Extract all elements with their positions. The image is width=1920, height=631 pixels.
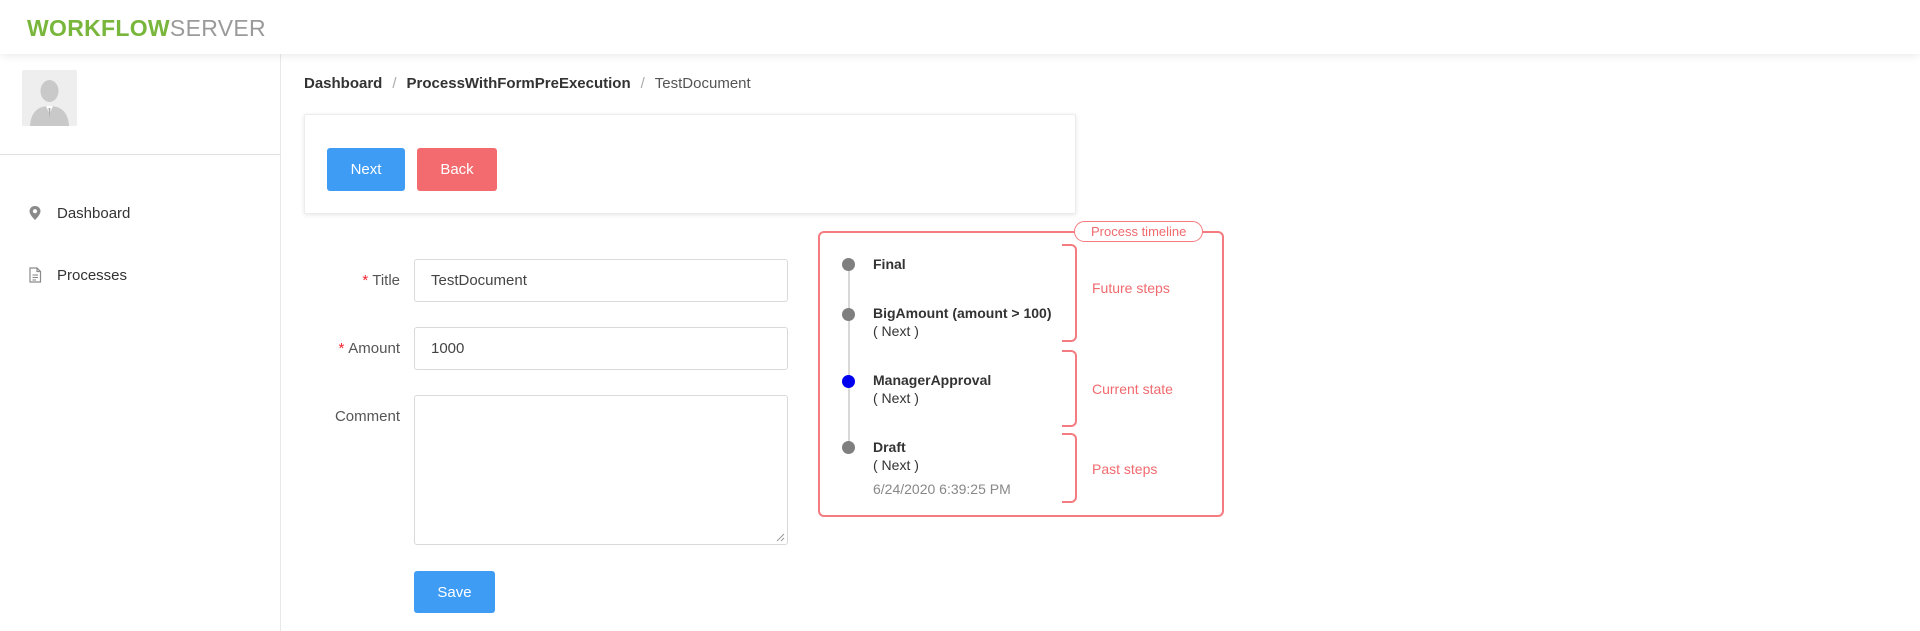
- timeline-dot-draft: [842, 441, 855, 454]
- avatar[interactable]: [22, 70, 77, 126]
- next-button[interactable]: Next: [327, 148, 405, 191]
- sidebar-item-label: Dashboard: [57, 204, 131, 222]
- future-steps-label: Future steps: [1092, 280, 1170, 296]
- required-marker: *: [338, 340, 345, 357]
- sidebar-item-dashboard[interactable]: Dashboard: [0, 193, 281, 233]
- document-icon: [27, 267, 43, 283]
- title-field[interactable]: TestDocument: [414, 259, 788, 302]
- action-card: Next Back: [304, 114, 1076, 214]
- timeline-step-title: Final: [873, 256, 906, 272]
- current-state-bracket: [1062, 350, 1077, 427]
- top-header: WORKFLOWSERVER: [0, 0, 1920, 54]
- user-avatar-icon: [22, 70, 77, 126]
- app-logo[interactable]: WORKFLOWSERVER: [27, 15, 266, 41]
- past-steps-label: Past steps: [1092, 461, 1158, 477]
- timeline-step-title: Draft: [873, 439, 906, 455]
- map-pin-icon: [27, 205, 43, 221]
- timeline-tag: Process timeline: [1074, 221, 1204, 242]
- resize-handle-icon[interactable]: [776, 533, 785, 542]
- timeline-step-sub: ( Next ): [873, 390, 919, 406]
- breadcrumb: Dashboard / ProcessWithFormPreExecution / Te…: [304, 75, 751, 93]
- current-state-label: Current state: [1092, 381, 1173, 397]
- timeline-line: [848, 264, 850, 448]
- breadcrumb-current: TestDocument: [654, 75, 751, 92]
- sidebar: Dashboard Processes: [0, 54, 281, 631]
- timeline-dot-current: [842, 375, 855, 388]
- breadcrumb-dashboard[interactable]: Dashboard: [304, 75, 382, 92]
- amount-label-text: Amount: [348, 340, 400, 357]
- title-value: TestDocument: [431, 272, 527, 289]
- breadcrumb-separator: /: [392, 75, 397, 92]
- sidebar-item-label: Processes: [57, 266, 128, 284]
- timeline-step-date: 6/24/2020 6:39:25 PM: [873, 481, 1011, 497]
- required-marker: *: [362, 272, 369, 289]
- sidebar-divider: [0, 154, 281, 155]
- timeline-dot-final: [842, 258, 855, 271]
- breadcrumb-process[interactable]: ProcessWithFormPreExecution: [407, 75, 631, 92]
- logo-server: SERVER: [169, 15, 266, 41]
- future-steps-bracket: [1062, 244, 1077, 342]
- timeline-step-title: BigAmount (amount > 100): [873, 305, 1052, 321]
- amount-value: 1000: [431, 340, 465, 357]
- logo-workflow: WORKFLOW: [27, 15, 170, 41]
- timeline-step-sub: ( Next ): [873, 323, 919, 339]
- past-steps-bracket: [1062, 433, 1077, 503]
- title-label-text: Title: [372, 272, 400, 289]
- breadcrumb-separator: /: [640, 75, 645, 92]
- timeline-dot-bigamount: [842, 308, 855, 321]
- sidebar-item-processes[interactable]: Processes: [0, 255, 281, 295]
- amount-label: * Amount: [300, 340, 400, 357]
- title-label: * Title: [300, 272, 400, 289]
- save-button[interactable]: Save: [414, 571, 495, 613]
- back-button[interactable]: Back: [417, 148, 497, 191]
- timeline-step-sub: ( Next ): [873, 457, 919, 473]
- timeline-step-title: ManagerApproval: [873, 372, 992, 388]
- amount-field[interactable]: 1000: [414, 327, 788, 370]
- comment-textarea[interactable]: [414, 395, 788, 545]
- comment-label: Comment: [334, 408, 400, 425]
